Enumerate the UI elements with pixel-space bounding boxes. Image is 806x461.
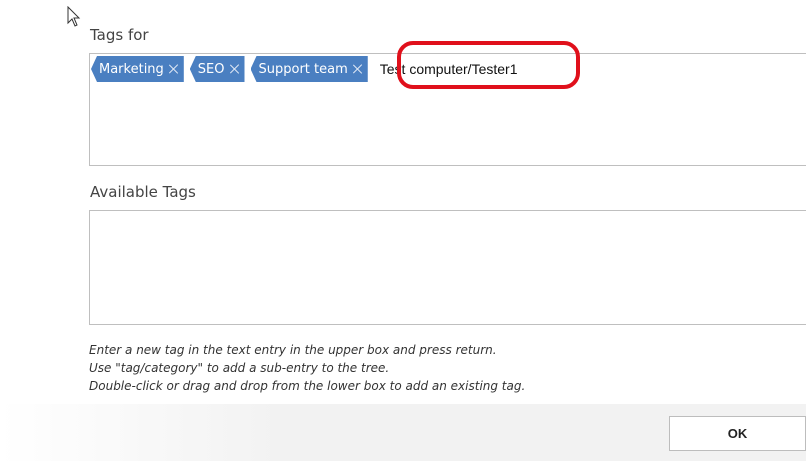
help-line: Use "tag/category" to add a sub-entry to…: [89, 361, 390, 375]
tags-for-label: Tags for: [90, 26, 149, 44]
close-icon[interactable]: [169, 64, 179, 74]
tag-seo[interactable]: SEO: [189, 56, 245, 82]
tag-support-team[interactable]: Support team: [250, 56, 368, 82]
tag-list: Marketing SEO Support team: [91, 56, 580, 82]
available-tags-box[interactable]: [89, 210, 806, 325]
help-line: Double-click or drag and drop from the l…: [89, 379, 526, 393]
tags-entry-box[interactable]: Marketing SEO Support team: [89, 53, 806, 166]
help-line: Enter a new tag in the text entry in the…: [89, 343, 497, 357]
tag-marketing[interactable]: Marketing: [91, 56, 184, 82]
help-text: Enter a new tag in the text entry in the…: [89, 341, 525, 395]
tag-label: Marketing: [99, 61, 164, 77]
available-tags-label: Available Tags: [90, 183, 196, 201]
close-icon[interactable]: [353, 64, 363, 74]
tag-entry-input[interactable]: [379, 61, 580, 77]
tag-label: Support team: [258, 61, 348, 77]
mouse-pointer-icon: [67, 6, 81, 27]
tags-dialog: Tags for Marketing SEO Support team Avai…: [0, 0, 806, 461]
close-icon[interactable]: [230, 64, 240, 74]
tag-label: SEO: [197, 61, 225, 77]
ok-button[interactable]: OK: [669, 416, 806, 451]
